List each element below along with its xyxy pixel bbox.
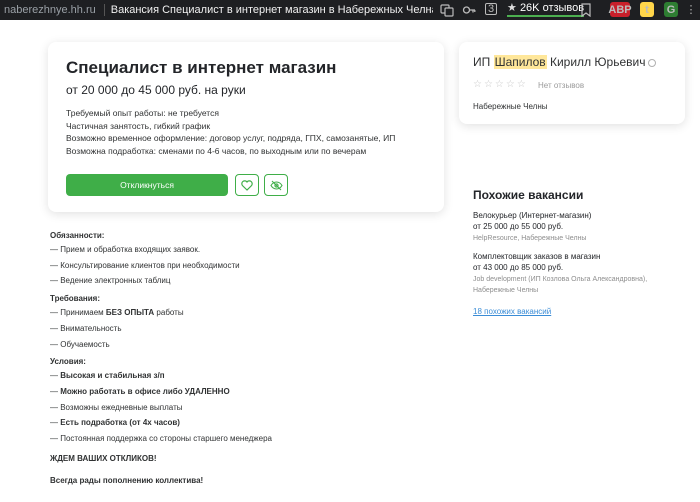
list-item-bold: Высокая и стабильная з/п bbox=[60, 371, 165, 381]
list-item-text: — Обучаемость bbox=[50, 339, 110, 349]
list-item-text: — bbox=[50, 371, 61, 381]
bookmark-icon[interactable] bbox=[580, 3, 592, 17]
list-item-text: — Принимаем bbox=[50, 308, 106, 318]
browser-domain[interactable]: naberezhnye.hh.ru bbox=[0, 4, 96, 16]
similar-vacancy-item[interactable]: Комплектовщик заказов в магазин от 43 00… bbox=[473, 251, 688, 296]
employer-city: Набережные Челны bbox=[473, 102, 548, 111]
vacancy-title: Специалист в интернет магазин bbox=[66, 58, 337, 77]
call-to-action-text: ЖДЕМ ВАШИХ ОТКЛИКОВ! bbox=[50, 453, 157, 463]
duties-heading: Обязанности: bbox=[50, 231, 105, 240]
conditions-heading: Условия: bbox=[50, 357, 86, 367]
list-item: — Можно работать в офисе либо УДАЛЕННО bbox=[50, 384, 440, 400]
list-item-text: — Постоянная поддержка со стороны старше… bbox=[50, 434, 272, 444]
detail-part-time: Возможна подработка: сменами по 4-6 часо… bbox=[66, 145, 367, 156]
star-icon: ★ bbox=[507, 2, 517, 14]
translate-icon[interactable] bbox=[440, 3, 454, 17]
employer-name[interactable]: ИП Шапилов Кирилл Юрьевич bbox=[473, 55, 657, 69]
list-item-bold: Есть подработка (от 4х часов) bbox=[60, 418, 180, 428]
similar-vacancy-item[interactable]: Велокурьер (Интернет-магазин) от 25 000 … bbox=[473, 210, 688, 244]
similar-vacancy-company: Job development (ИП Козлова Ольга Алекса… bbox=[473, 276, 648, 283]
list-item: — Консультирование клиентов при необходи… bbox=[50, 260, 240, 270]
favorite-button[interactable] bbox=[235, 174, 259, 196]
list-item-text: — Внимательность bbox=[50, 323, 122, 333]
divider bbox=[103, 4, 105, 16]
page-tab-title: Вакансия Специалист в интернет магазин в… bbox=[110, 4, 433, 16]
list-item: — Внимательность bbox=[50, 321, 440, 337]
similar-vacancy-salary: от 25 000 до 55 000 руб. bbox=[473, 222, 564, 231]
reviews-badge[interactable]: ★ 26K отзывов bbox=[507, 1, 585, 17]
key-icon[interactable] bbox=[462, 3, 476, 17]
reviews-badge-label: 26K отзывов bbox=[519, 2, 585, 14]
similar-vacancies: Похожие вакансии Велокурьер (Интернет-ма… bbox=[473, 188, 688, 303]
employer-name-highlight: Шапилов bbox=[493, 55, 547, 69]
list-item-text: — bbox=[50, 386, 61, 396]
vacancy-details: Требуемый опыт работы: не требуется Част… bbox=[66, 107, 395, 157]
list-item-bold: Можно работать в офисе либо УДАЛЕННО bbox=[60, 386, 230, 396]
requirements-heading: Требования: bbox=[50, 294, 100, 304]
list-item: — Обучаемость bbox=[50, 337, 440, 353]
detail-experience: Требуемый опыт работы: не требуется bbox=[66, 108, 219, 118]
no-reviews-text: Нет отзывов bbox=[538, 81, 585, 90]
similar-vacancy-city: Набережные Челны bbox=[473, 287, 539, 294]
rating-stars: ☆☆☆☆☆ bbox=[473, 79, 528, 90]
verified-check-icon bbox=[648, 58, 657, 67]
vacancy-salary: от 20 000 до 45 000 руб. на руки bbox=[66, 83, 246, 97]
counter-badge[interactable]: 3 bbox=[485, 3, 497, 15]
similar-vacancy-title[interactable]: Комплектовщик заказов в магазин bbox=[473, 251, 688, 262]
list-item-bold: БЕЗ ОПЫТА bbox=[105, 308, 155, 318]
list-item: — Принимаем БЕЗ ОПЫТА работы bbox=[50, 305, 440, 321]
heart-icon bbox=[241, 179, 253, 191]
list-item: — Ведение электронных таблиц bbox=[50, 276, 171, 286]
employer-card: ИП Шапилов Кирилл Юрьевич ☆☆☆☆☆ Нет отзы… bbox=[459, 42, 685, 124]
employer-name-prefix: ИП bbox=[473, 55, 494, 69]
hide-vacancy-button[interactable] bbox=[264, 174, 288, 196]
vacancy-description: Обязанности: — Прием и обработка входящи… bbox=[50, 230, 440, 487]
welcome-text: Всегда рады пополнению коллектива! bbox=[50, 475, 204, 485]
similar-vacancy-company: HelpResource, Набережные Челны bbox=[473, 235, 587, 242]
browser-top-bar: naberezhnye.hh.ru Вакансия Специалист в … bbox=[0, 0, 700, 20]
detail-employment: Частичная занятость, гибкий график bbox=[66, 120, 211, 131]
employer-name-rest: Кирилл Юрьевич bbox=[546, 55, 646, 69]
extension-g-icon[interactable]: G bbox=[664, 2, 678, 17]
list-item-text: — Возможны ежедневные выплаты bbox=[50, 402, 183, 412]
similar-vacancy-salary: от 43 000 до 85 000 руб. bbox=[473, 263, 564, 272]
detail-contract: Возможно временное оформление: договор у… bbox=[66, 133, 396, 143]
more-similar-link[interactable]: 18 похожих вакансий bbox=[473, 307, 551, 316]
extension-t-icon[interactable]: t bbox=[640, 2, 654, 17]
similar-vacancy-title[interactable]: Велокурьер (Интернет-магазин) bbox=[473, 210, 688, 221]
adblock-extension-icon[interactable]: ABP bbox=[608, 2, 632, 17]
similar-heading: Похожие вакансии bbox=[473, 188, 584, 202]
list-item-text: — bbox=[50, 418, 61, 428]
list-item: — Прием и обработка входящих заявок. bbox=[50, 245, 201, 254]
eye-off-icon bbox=[269, 180, 283, 190]
list-item-text: работы bbox=[154, 308, 184, 318]
list-item: — Возможны ежедневные выплаты bbox=[50, 400, 440, 416]
list-item: — Постоянная поддержка со стороны старше… bbox=[50, 431, 440, 447]
apply-button[interactable]: Откликнуться bbox=[66, 174, 228, 196]
list-item: — Есть подработка (от 4х часов) bbox=[50, 415, 440, 431]
vacancy-card: Специалист в интернет магазин от 20 000 … bbox=[48, 42, 444, 212]
list-item: — Высокая и стабильная з/п bbox=[50, 368, 440, 384]
more-menu-icon[interactable]: ⋮ bbox=[686, 2, 697, 17]
